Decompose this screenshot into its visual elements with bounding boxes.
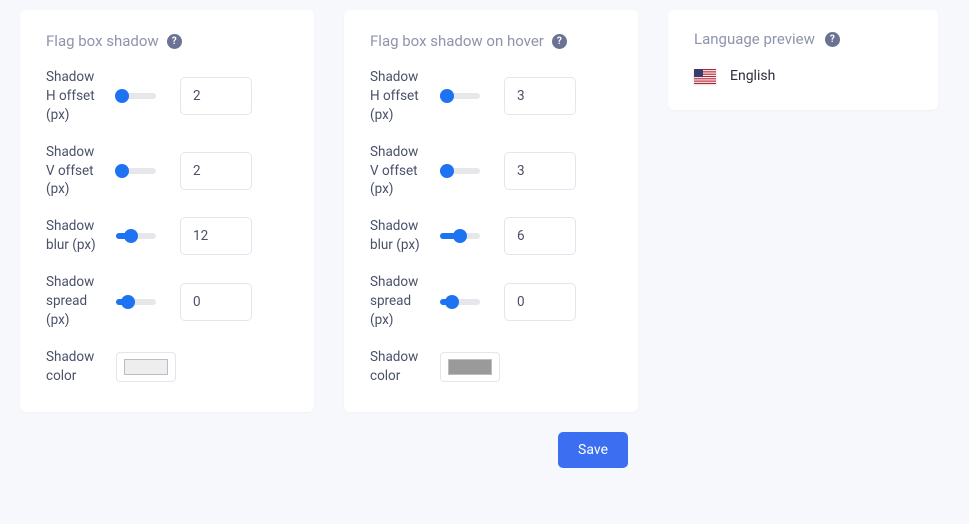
panel-title-row: Flag box shadow on hover ? (370, 32, 612, 50)
panel-title: Flag box shadow (46, 32, 159, 50)
shadow-color-swatch (124, 359, 168, 375)
help-icon[interactable]: ? (825, 32, 840, 47)
shadow-color-swatch (448, 359, 492, 375)
help-icon[interactable]: ? (552, 34, 567, 49)
shadow-spread-label: Shadow spread (px) (370, 273, 424, 330)
flag-box-shadow-panel: Flag box shadow ? Shadow H offset (px) S… (20, 10, 314, 412)
shadow-v-offset-label: Shadow V offset (px) (370, 143, 424, 200)
shadow-v-offset-input[interactable] (180, 152, 252, 190)
save-button[interactable]: Save (558, 432, 628, 468)
language-name: English (730, 68, 775, 84)
shadow-v-offset-row: Shadow V offset (px) (46, 143, 288, 200)
flag-box-shadow-hover-panel: Flag box shadow on hover ? Shadow H offs… (344, 10, 638, 412)
shadow-h-offset-row: Shadow H offset (px) (46, 68, 288, 125)
shadow-v-offset-row: Shadow V offset (px) (370, 143, 612, 200)
shadow-h-offset-input[interactable] (180, 77, 252, 115)
shadow-v-offset-input[interactable] (504, 152, 576, 190)
shadow-color-picker[interactable] (440, 352, 500, 382)
shadow-blur-slider[interactable] (116, 233, 156, 239)
shadow-spread-label: Shadow spread (px) (46, 273, 100, 330)
shadow-blur-label: Shadow blur (px) (46, 217, 100, 255)
shadow-h-offset-slider[interactable] (440, 93, 480, 99)
shadow-h-offset-input[interactable] (504, 77, 576, 115)
shadow-v-offset-slider[interactable] (116, 168, 156, 174)
shadow-color-row: Shadow color (370, 348, 612, 386)
save-row: Save (0, 412, 648, 468)
shadow-h-offset-label: Shadow H offset (px) (46, 68, 100, 125)
shadow-blur-row: Shadow blur (px) (46, 217, 288, 255)
language-preview-item: English (694, 68, 912, 84)
help-icon[interactable]: ? (167, 34, 182, 49)
shadow-color-picker[interactable] (116, 352, 176, 382)
shadow-color-label: Shadow color (370, 348, 424, 386)
shadow-color-row: Shadow color (46, 348, 288, 386)
shadow-spread-slider[interactable] (116, 299, 156, 305)
shadow-spread-slider[interactable] (440, 299, 480, 305)
shadow-spread-row: Shadow spread (px) (370, 273, 612, 330)
shadow-blur-slider[interactable] (440, 233, 480, 239)
panel-title-row: Language preview ? (694, 30, 912, 48)
shadow-h-offset-slider[interactable] (116, 93, 156, 99)
panel-title-row: Flag box shadow ? (46, 32, 288, 50)
shadow-blur-input[interactable] (504, 217, 576, 255)
panel-title: Language preview (694, 30, 815, 48)
shadow-v-offset-slider[interactable] (440, 168, 480, 174)
shadow-h-offset-label: Shadow H offset (px) (370, 68, 424, 125)
shadow-h-offset-row: Shadow H offset (px) (370, 68, 612, 125)
shadow-spread-row: Shadow spread (px) (46, 273, 288, 330)
us-flag-icon (694, 69, 716, 84)
shadow-spread-input[interactable] (180, 283, 252, 321)
shadow-blur-input[interactable] (180, 217, 252, 255)
shadow-color-label: Shadow color (46, 348, 100, 386)
shadow-spread-input[interactable] (504, 283, 576, 321)
shadow-v-offset-label: Shadow V offset (px) (46, 143, 100, 200)
language-preview-panel: Language preview ? English (668, 10, 938, 110)
shadow-blur-row: Shadow blur (px) (370, 217, 612, 255)
panel-title: Flag box shadow on hover (370, 32, 544, 50)
shadow-blur-label: Shadow blur (px) (370, 217, 424, 255)
